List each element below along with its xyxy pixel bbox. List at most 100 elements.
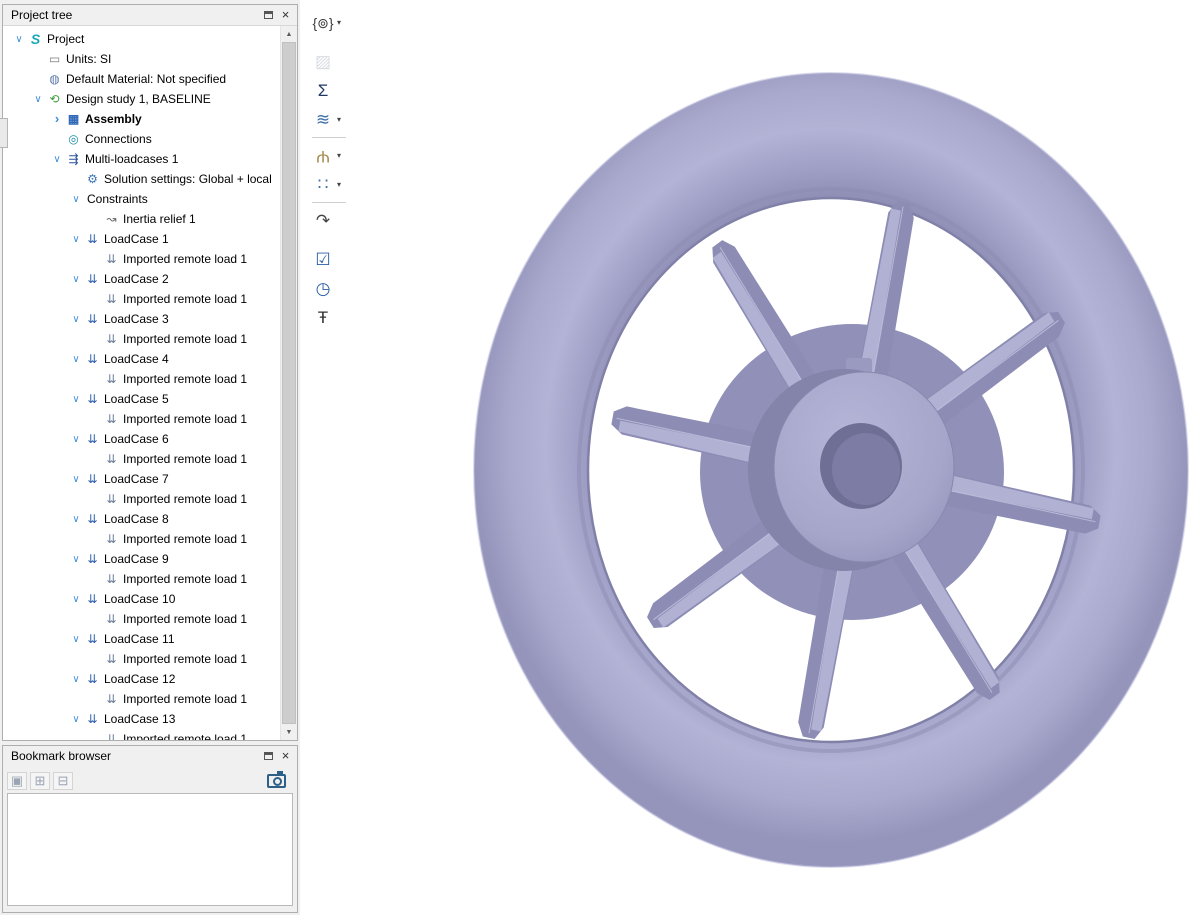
bolt-tool-button[interactable]: Ŧ — [308, 303, 354, 332]
tree-item[interactable]: ⇊Imported remote load 1 — [3, 489, 280, 509]
tree-item[interactable]: ∨⇊LoadCase 8 — [3, 509, 280, 529]
checklist-tool-button[interactable]: ☑ — [308, 245, 354, 274]
tree-item[interactable]: ∨⇊LoadCase 6 — [3, 429, 280, 449]
float-panel-button[interactable] — [260, 7, 277, 22]
dropdown-caret-icon[interactable]: ▾ — [337, 18, 341, 27]
tree-item[interactable]: ⇊Imported remote load 1 — [3, 369, 280, 389]
imported-load-icon: ⇊ — [103, 252, 120, 266]
chevron-right-icon[interactable]: › — [49, 114, 65, 124]
tree-item[interactable]: ›▦Assembly — [3, 109, 280, 129]
chevron-down-icon[interactable]: ∨ — [68, 194, 84, 205]
tree-item[interactable]: ∨⇊LoadCase 3 — [3, 309, 280, 329]
tree-item-label: Imported remote load 1 — [120, 532, 247, 546]
tree-item-label: Solution settings: Global + local — [101, 172, 272, 186]
hatch-region-tool-button[interactable]: ≋▾ — [308, 105, 354, 134]
tree-item[interactable]: ∨⇊LoadCase 12 — [3, 669, 280, 689]
dropdown-caret-icon[interactable]: ▾ — [337, 115, 341, 124]
tree-item[interactable]: ⇊Imported remote load 1 — [3, 249, 280, 269]
bookmark-browser-header[interactable]: Bookmark browser × — [3, 746, 297, 765]
tree-item[interactable]: ∨SProject — [3, 29, 280, 49]
chevron-down-icon[interactable]: ∨ — [68, 554, 84, 565]
scroll-thumb[interactable] — [282, 42, 296, 724]
dropdown-caret-icon[interactable]: ▾ — [337, 180, 341, 189]
chevron-down-icon[interactable]: ∨ — [68, 474, 84, 485]
tree-item[interactable]: ∨⇶Multi-loadcases 1 — [3, 149, 280, 169]
float-panel-button[interactable] — [260, 748, 277, 763]
tree-scrollbar[interactable]: ▲ ▼ — [280, 26, 297, 740]
pattern-grid-tool-button[interactable]: ∷▾ — [308, 170, 354, 199]
connections-tool-button[interactable]: {⊚}▾ — [308, 8, 354, 37]
tree-item[interactable]: ∨⟲Design study 1, BASELINE — [3, 89, 280, 109]
tree-item[interactable]: ∨⇊LoadCase 13 — [3, 709, 280, 729]
toolbar-gap — [308, 235, 354, 245]
chevron-down-icon[interactable]: ∨ — [68, 674, 84, 685]
collapsed-panel-tab[interactable] — [0, 118, 8, 148]
tree-item[interactable]: ⇊Imported remote load 1 — [3, 649, 280, 669]
tree-item[interactable]: ⇊Imported remote load 1 — [3, 449, 280, 469]
tree-item[interactable]: ∨⇊LoadCase 11 — [3, 629, 280, 649]
camera-icon — [267, 774, 286, 788]
tree-item[interactable]: ◍Default Material: Not specified — [3, 69, 280, 89]
sum-loads-tool-button[interactable]: Σ — [308, 76, 354, 105]
chevron-down-icon[interactable]: ∨ — [68, 274, 84, 285]
remove-bookmark-button[interactable]: ⊟ — [53, 772, 73, 790]
chevron-down-icon[interactable]: ∨ — [30, 94, 46, 105]
tree-item[interactable]: ⇊Imported remote load 1 — [3, 529, 280, 549]
close-panel-button[interactable]: × — [277, 7, 294, 22]
chevron-down-icon[interactable]: ∨ — [68, 434, 84, 445]
chevron-down-icon[interactable]: ∨ — [68, 354, 84, 365]
chevron-down-icon[interactable]: ∨ — [49, 154, 65, 165]
chevron-down-icon[interactable]: ∨ — [11, 34, 27, 45]
tree-item[interactable]: ⇊Imported remote load 1 — [3, 569, 280, 589]
tree-item-label: Imported remote load 1 — [120, 652, 247, 666]
modeling-toolbar: {⊚}▾ ▨ Σ≋▾ Ψ▾∷▾ ↷ ☑ ◷Ŧ — [308, 8, 354, 332]
tree-item[interactable]: ∨⇊LoadCase 10 — [3, 589, 280, 609]
chevron-down-icon[interactable]: ∨ — [68, 594, 84, 605]
scroll-up-icon[interactable]: ▲ — [281, 26, 297, 42]
tree-item-label: Connections — [82, 132, 152, 146]
tree-item[interactable]: ∨⇊LoadCase 2 — [3, 269, 280, 289]
close-panel-button[interactable]: × — [277, 748, 294, 763]
chevron-down-icon[interactable]: ∨ — [68, 394, 84, 405]
tree-item[interactable]: ⇊Imported remote load 1 — [3, 609, 280, 629]
chevron-down-icon[interactable]: ∨ — [68, 234, 84, 245]
wheel-model[interactable] — [300, 0, 1192, 915]
triad-tool-button[interactable]: Ψ▾ — [308, 141, 354, 170]
loadcase-icon: ⇊ — [84, 672, 101, 686]
tree-item[interactable]: ∨⇊LoadCase 5 — [3, 389, 280, 409]
curve-tool-button[interactable]: ↷ — [308, 206, 354, 235]
tree-item-label: LoadCase 13 — [101, 712, 175, 726]
chevron-down-icon[interactable]: ∨ — [68, 634, 84, 645]
3d-viewport[interactable]: {⊚}▾ ▨ Σ≋▾ Ψ▾∷▾ ↷ ☑ ◷Ŧ — [300, 0, 1192, 915]
tree-item[interactable]: ⇊Imported remote load 1 — [3, 689, 280, 709]
checklist-tool-icon: ☑ — [310, 249, 336, 271]
tree-item[interactable]: ⇊Imported remote load 1 — [3, 409, 280, 429]
bookmark-list[interactable] — [7, 793, 293, 906]
chevron-down-icon[interactable]: ∨ — [68, 314, 84, 325]
gauge-tool-button[interactable]: ◷ — [308, 274, 354, 303]
tree-item[interactable]: ∨⇊LoadCase 9 — [3, 549, 280, 569]
tree-item[interactable]: ↝Inertia relief 1 — [3, 209, 280, 229]
loadcase-icon: ⇊ — [84, 512, 101, 526]
add-bookmark-button[interactable]: ⊞ — [30, 772, 50, 790]
tree-item[interactable]: ∨⇊LoadCase 7 — [3, 469, 280, 489]
float-icon — [264, 752, 273, 760]
tree-item-label: LoadCase 10 — [101, 592, 175, 606]
tree-item[interactable]: ◎Connections — [3, 129, 280, 149]
tree-item[interactable]: ⇊Imported remote load 1 — [3, 329, 280, 349]
tree-item[interactable]: ⇊Imported remote load 1 — [3, 729, 280, 740]
chevron-down-icon[interactable]: ∨ — [68, 514, 84, 525]
tree-item[interactable]: ⚙Solution settings: Global + local — [3, 169, 280, 189]
tree-item[interactable]: ∨Constraints — [3, 189, 280, 209]
project-tree-header[interactable]: Project tree × — [3, 5, 297, 24]
dropdown-caret-icon[interactable]: ▾ — [337, 151, 341, 160]
tree-item[interactable]: ∨⇊LoadCase 4 — [3, 349, 280, 369]
seam-weld-tool-icon: ▨ — [310, 51, 336, 73]
tree-item[interactable]: ▭Units: SI — [3, 49, 280, 69]
tree-item[interactable]: ⇊Imported remote load 1 — [3, 289, 280, 309]
tree-item[interactable]: ∨⇊LoadCase 1 — [3, 229, 280, 249]
copy-bookmark-button[interactable]: ▣ — [7, 772, 27, 790]
chevron-down-icon[interactable]: ∨ — [68, 714, 84, 725]
scroll-down-icon[interactable]: ▼ — [281, 724, 297, 740]
capture-bookmark-button[interactable] — [263, 771, 289, 791]
